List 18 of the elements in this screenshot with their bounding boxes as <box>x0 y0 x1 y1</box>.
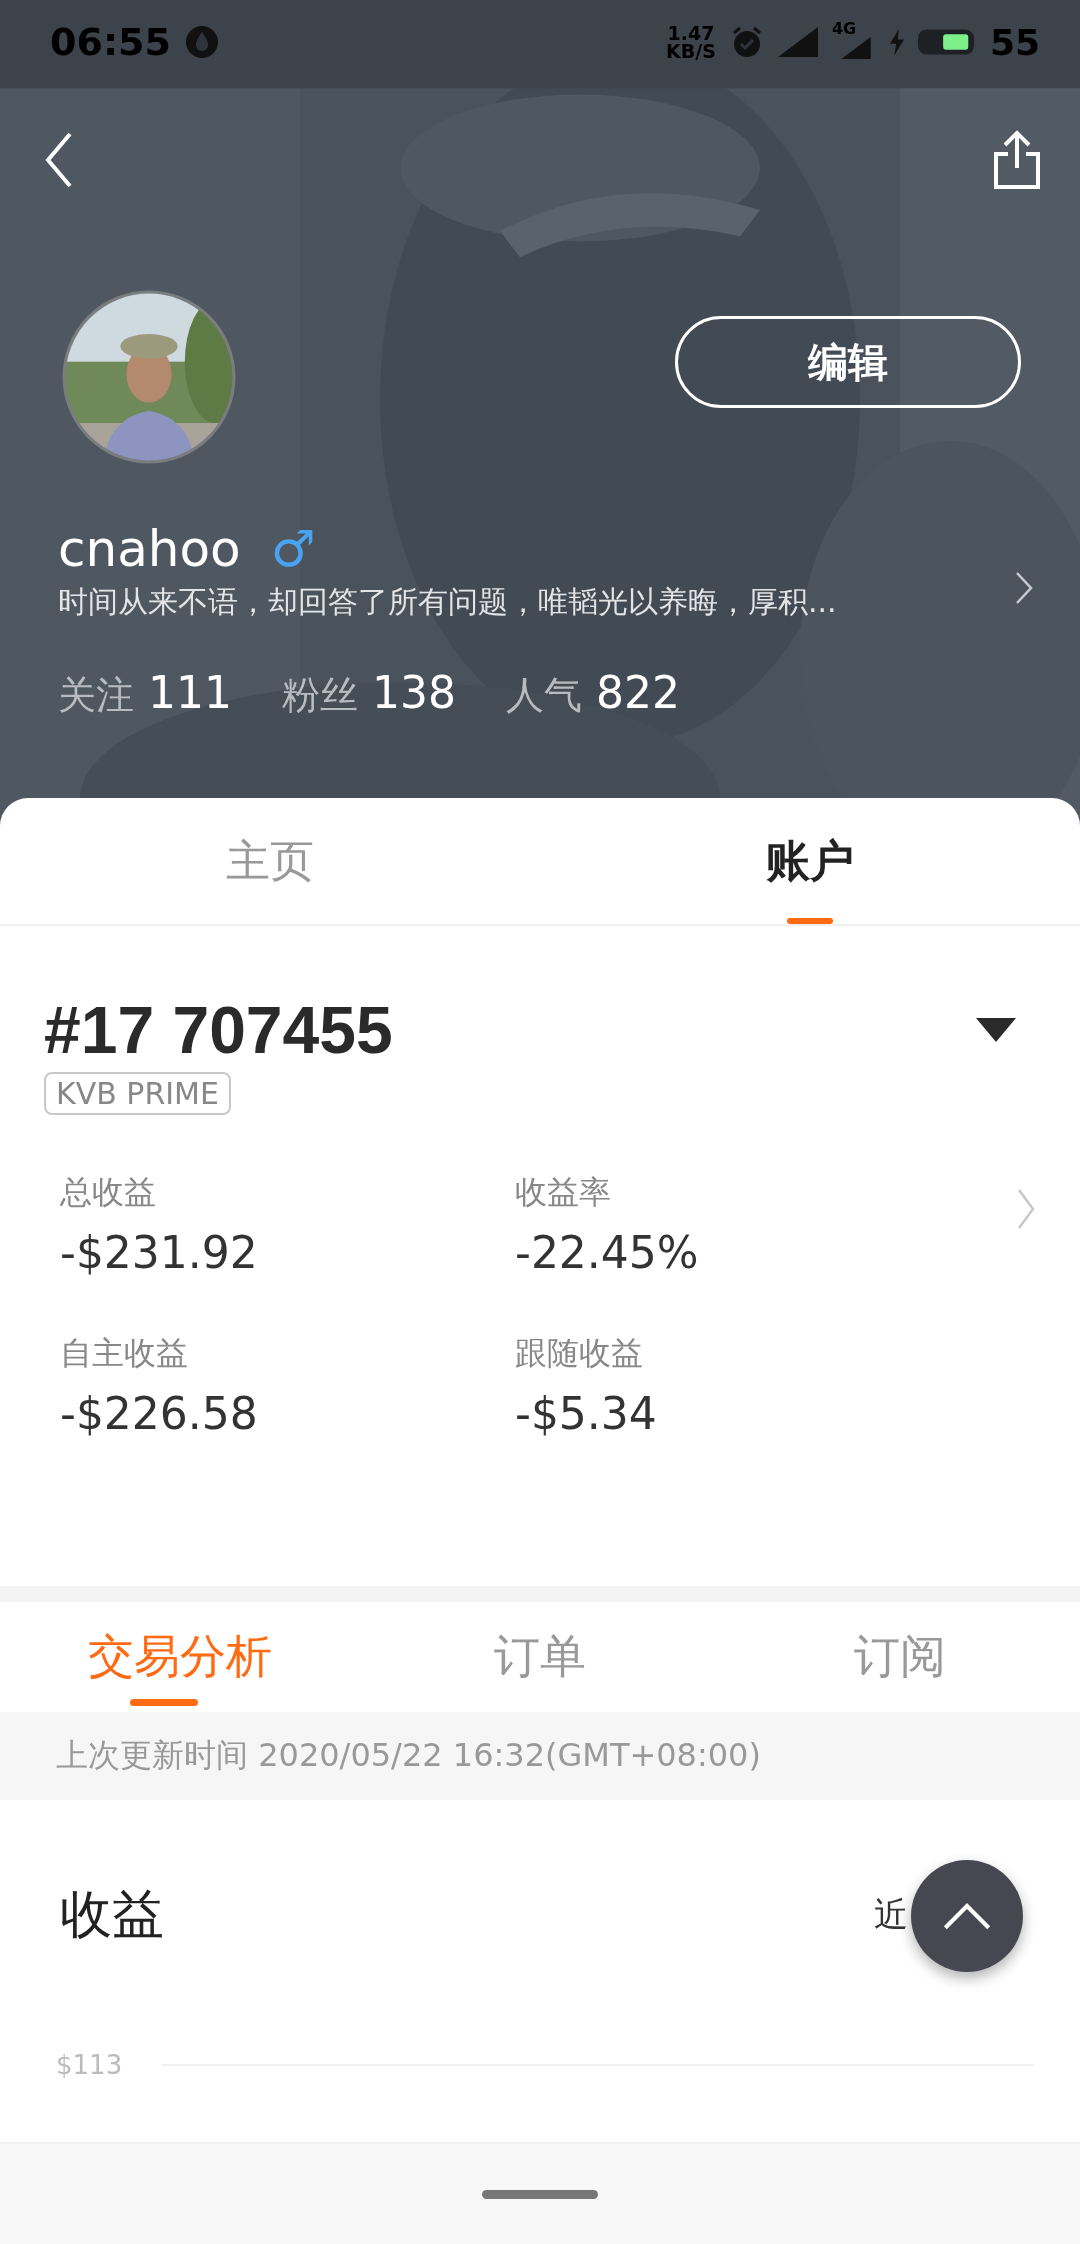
period-selector[interactable]: 近 <box>874 1892 908 1938</box>
axis-label: $113 <box>56 2050 123 2080</box>
home-indicator[interactable] <box>482 2189 598 2199</box>
account-number: #17 707455 <box>44 992 393 1068</box>
account-tag: KVB PRIME <box>44 1072 231 1115</box>
scroll-top-button[interactable] <box>911 1860 1023 1972</box>
metric-value: -$231.92 <box>60 1227 259 1278</box>
update-time: 上次更新时间 2020/05/22 16:32(GMT+08:00) <box>56 1735 761 1776</box>
dropdown-triangle-icon[interactable] <box>976 1018 1016 1042</box>
section-title: 收益 <box>60 1883 164 1946</box>
metric-label: 跟随收益 <box>515 1333 644 1374</box>
metric-label: 总收益 <box>60 1172 157 1213</box>
metric-value: -22.45% <box>515 1227 700 1278</box>
metric-label: 自主收益 <box>60 1333 189 1374</box>
metric-value: -$5.34 <box>515 1388 658 1439</box>
metric-value: -$226.58 <box>60 1388 259 1439</box>
metric-label: 收益率 <box>515 1172 612 1213</box>
chevron-up-icon <box>942 1901 992 1931</box>
